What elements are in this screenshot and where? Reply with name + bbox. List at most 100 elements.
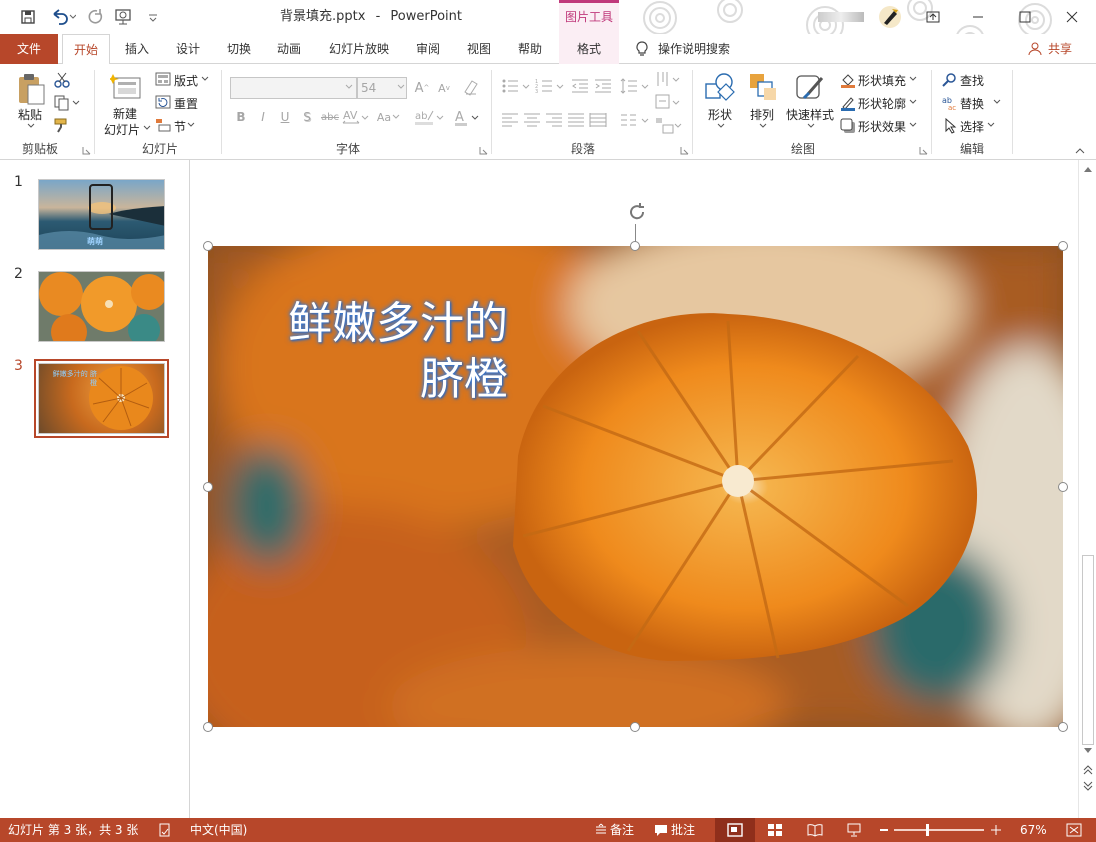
format-painter-icon[interactable] bbox=[54, 117, 70, 133]
zoom-slider[interactable] bbox=[894, 824, 984, 836]
slide-thumbnail-1[interactable]: 萌萌 bbox=[38, 179, 165, 250]
new-slide-dropdown-icon[interactable] bbox=[142, 124, 152, 132]
dialog-launcher-icon[interactable] bbox=[479, 146, 488, 155]
section-button[interactable]: 节 bbox=[174, 118, 186, 135]
paste-dropdown-icon[interactable] bbox=[26, 122, 36, 130]
select-dropdown-icon[interactable] bbox=[986, 121, 996, 129]
text-direction-icon[interactable] bbox=[655, 70, 683, 88]
tab-format[interactable]: 格式 bbox=[559, 34, 619, 64]
zoom-in-icon[interactable] bbox=[990, 824, 1002, 836]
smartart-icon[interactable] bbox=[655, 116, 683, 134]
reset-button[interactable]: 重置 bbox=[174, 95, 198, 112]
slide-sorter-icon[interactable] bbox=[767, 823, 783, 837]
resize-handle-s[interactable] bbox=[630, 722, 640, 732]
shape-fill-icon[interactable] bbox=[840, 72, 856, 88]
collapse-ribbon-icon[interactable] bbox=[1074, 146, 1086, 156]
vertical-scrollbar[interactable] bbox=[1078, 160, 1096, 818]
font-family-combo[interactable] bbox=[230, 77, 357, 99]
shape-outline-dropdown-icon[interactable] bbox=[908, 98, 918, 106]
font-size-dropdown-icon[interactable] bbox=[396, 83, 406, 91]
replace-button[interactable]: 替换 bbox=[960, 95, 984, 112]
copy-icon[interactable] bbox=[54, 95, 80, 111]
scroll-up-icon[interactable] bbox=[1082, 164, 1094, 174]
ribbon-display-options-icon[interactable] bbox=[925, 9, 941, 25]
strikethrough-button[interactable]: abc bbox=[319, 108, 341, 126]
increase-indent-icon[interactable] bbox=[594, 77, 612, 95]
layout-icon[interactable] bbox=[155, 72, 171, 86]
arrange-button[interactable]: 排列 bbox=[750, 106, 774, 123]
notes-button[interactable]: 备注 bbox=[610, 818, 634, 842]
find-icon[interactable] bbox=[942, 72, 958, 88]
previous-slide-icon[interactable] bbox=[1082, 764, 1094, 776]
align-text-icon[interactable] bbox=[655, 93, 683, 111]
notes-icon[interactable] bbox=[594, 823, 608, 837]
language-indicator[interactable]: 中文(中国) bbox=[190, 818, 247, 842]
layout-button[interactable]: 版式 bbox=[174, 72, 198, 89]
tab-file[interactable]: 文件 bbox=[0, 34, 58, 64]
quick-styles-dropdown-icon[interactable] bbox=[806, 122, 816, 130]
tab-view[interactable]: 视图 bbox=[456, 34, 502, 64]
change-case-button[interactable]: Aa bbox=[374, 108, 404, 126]
paste-button[interactable]: 粘贴 bbox=[18, 106, 42, 123]
highlight-icon[interactable]: ab bbox=[414, 108, 446, 126]
paste-icon[interactable] bbox=[16, 72, 46, 106]
decrease-font-icon[interactable]: Av bbox=[436, 79, 452, 97]
tab-insert[interactable]: 插入 bbox=[114, 34, 160, 64]
save-icon[interactable] bbox=[20, 9, 36, 25]
shapes-icon[interactable] bbox=[704, 72, 736, 102]
section-icon[interactable] bbox=[155, 118, 171, 132]
zoom-slider-thumb[interactable] bbox=[926, 824, 929, 836]
slide-title[interactable]: 鲜嫩多汁的 脐橙 bbox=[248, 296, 508, 408]
shape-outline-icon[interactable] bbox=[840, 95, 856, 111]
shadow-button[interactable]: S bbox=[300, 108, 314, 126]
tab-help[interactable]: 帮助 bbox=[507, 34, 553, 64]
font-family-dropdown-icon[interactable] bbox=[344, 83, 354, 91]
distributed-icon[interactable] bbox=[589, 111, 607, 129]
scroll-down-icon[interactable] bbox=[1082, 746, 1094, 756]
resize-handle-ne[interactable] bbox=[1058, 241, 1068, 251]
new-slide-icon[interactable] bbox=[110, 72, 142, 102]
spell-check-icon[interactable] bbox=[158, 823, 172, 837]
next-slide-icon[interactable] bbox=[1082, 780, 1094, 792]
slide-canvas[interactable]: 鲜嫩多汁的 脐橙 bbox=[191, 160, 1078, 818]
replace-icon[interactable]: ab ac bbox=[942, 95, 958, 111]
fit-slide-icon[interactable] bbox=[1066, 823, 1082, 837]
select-button[interactable]: 选择 bbox=[960, 118, 984, 135]
shape-effects-button[interactable]: 形状效果 bbox=[858, 118, 906, 135]
resize-handle-sw[interactable] bbox=[203, 722, 213, 732]
zoom-level[interactable]: 67% bbox=[1020, 818, 1047, 842]
bold-button[interactable]: B bbox=[234, 108, 248, 126]
resize-handle-n[interactable] bbox=[630, 241, 640, 251]
reading-view-icon[interactable] bbox=[807, 823, 823, 837]
arrange-dropdown-icon[interactable] bbox=[758, 122, 768, 130]
font-color-icon[interactable]: A bbox=[454, 108, 482, 126]
character-spacing-icon[interactable]: AV bbox=[342, 108, 370, 126]
tab-design[interactable]: 设计 bbox=[165, 34, 211, 64]
bullets-icon[interactable] bbox=[501, 77, 531, 95]
replace-dropdown-icon[interactable] bbox=[992, 98, 1002, 106]
reset-icon[interactable] bbox=[155, 95, 171, 109]
tell-me-search[interactable]: 操作说明搜索 bbox=[658, 34, 738, 64]
resize-handle-nw[interactable] bbox=[203, 241, 213, 251]
redo-icon[interactable] bbox=[86, 8, 104, 26]
shape-effects-icon[interactable] bbox=[840, 118, 856, 134]
decrease-indent-icon[interactable] bbox=[571, 77, 589, 95]
underline-button[interactable]: U bbox=[278, 108, 292, 126]
align-left-icon[interactable] bbox=[501, 111, 519, 129]
comments-button[interactable]: 批注 bbox=[671, 818, 695, 842]
quick-styles-button[interactable]: 快速样式 bbox=[786, 106, 834, 123]
dialog-launcher-icon[interactable] bbox=[919, 146, 928, 155]
resize-handle-e[interactable] bbox=[1058, 482, 1068, 492]
shape-outline-button[interactable]: 形状轮廓 bbox=[858, 95, 906, 112]
find-button[interactable]: 查找 bbox=[960, 72, 984, 89]
section-dropdown-icon[interactable] bbox=[186, 121, 196, 129]
dialog-launcher-icon[interactable] bbox=[82, 146, 91, 155]
slideshow-icon[interactable] bbox=[846, 823, 862, 837]
dialog-launcher-icon[interactable] bbox=[680, 146, 689, 155]
tab-review[interactable]: 审阅 bbox=[406, 34, 450, 64]
comments-icon[interactable] bbox=[654, 823, 668, 837]
resize-handle-w[interactable] bbox=[203, 482, 213, 492]
select-icon[interactable] bbox=[942, 118, 958, 134]
layout-dropdown-icon[interactable] bbox=[200, 75, 210, 83]
clear-formatting-icon[interactable] bbox=[462, 78, 480, 96]
